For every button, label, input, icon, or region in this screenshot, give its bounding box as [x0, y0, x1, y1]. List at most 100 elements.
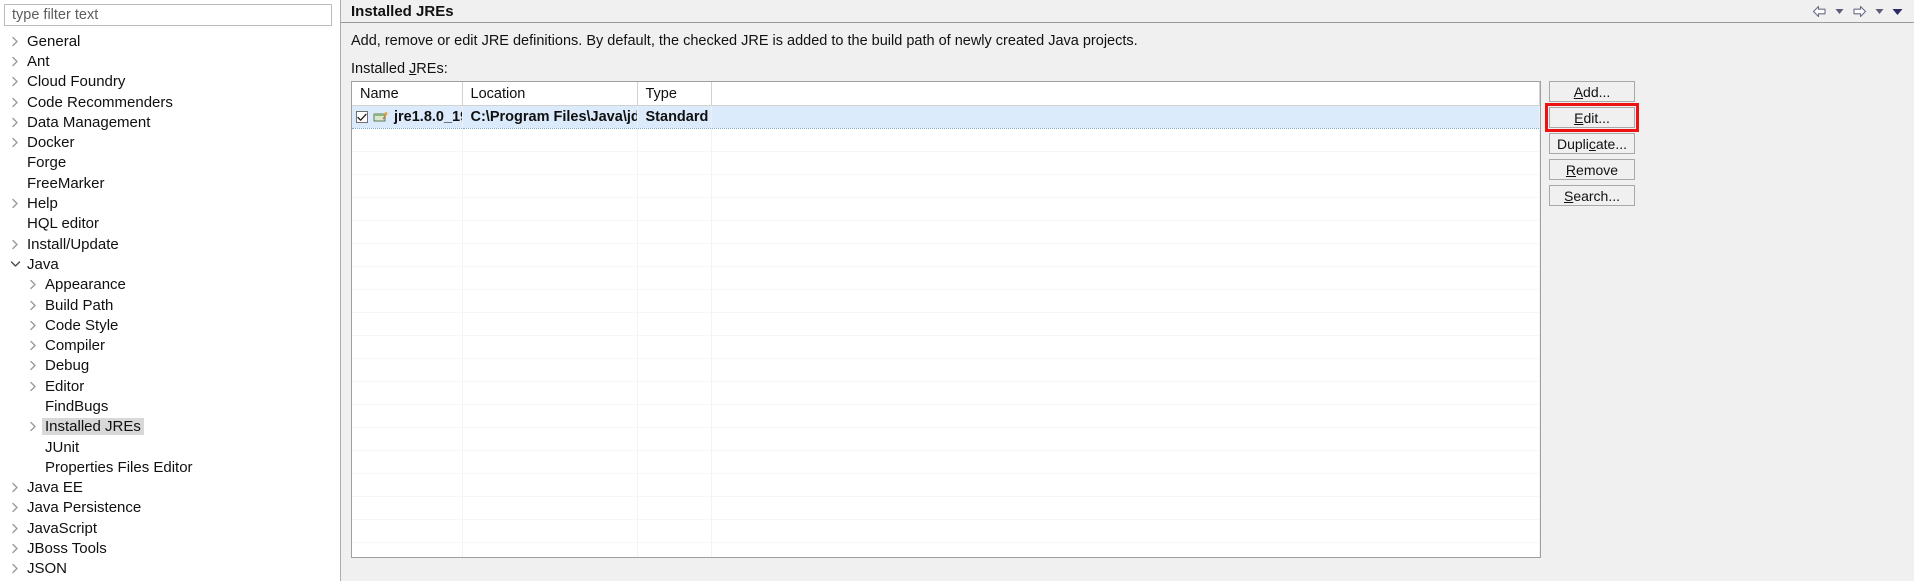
chevron-right-icon[interactable]: [6, 76, 24, 87]
sidebar-item-installed-jres[interactable]: Installed JREs: [0, 417, 340, 437]
sidebar-item-cloud-foundry[interactable]: Cloud Foundry: [0, 72, 340, 92]
duplicate-button[interactable]: Dupli c ate...: [1549, 133, 1635, 154]
cell-location[interactable]: C:\Program Files\Java\jdk1.8.0...: [462, 105, 638, 129]
chevron-right-icon[interactable]: [24, 279, 42, 290]
cell-type[interactable]: Standard V...: [637, 105, 712, 129]
table-row[interactable]: jre1.8.0_191 ...C:\Program Files\Java\jd…: [352, 105, 1540, 129]
chevron-right-icon[interactable]: [6, 56, 24, 67]
cell-empty: [637, 542, 712, 557]
chevron-down-icon[interactable]: [6, 260, 24, 268]
filter-box[interactable]: [4, 4, 332, 26]
sidebar-item-appearance[interactable]: Appearance: [0, 275, 340, 295]
search-button[interactable]: Search...: [1549, 185, 1635, 206]
cell-empty: [352, 220, 463, 244]
cell-empty: [352, 427, 463, 451]
cell-empty: [352, 197, 463, 221]
cell-empty: [711, 358, 1540, 382]
sidebar-item-debug[interactable]: Debug: [0, 356, 340, 376]
section-label-pre: Installed: [351, 61, 410, 77]
jre-checkbox[interactable]: [356, 111, 368, 123]
chevron-right-icon[interactable]: [24, 381, 42, 392]
table-empty-row: [352, 496, 1540, 520]
chevron-right-icon[interactable]: [6, 482, 24, 493]
chevron-right-icon[interactable]: [6, 239, 24, 250]
cell-empty: [637, 427, 712, 451]
sidebar-item-label: HQL editor: [27, 215, 99, 233]
chevron-right-icon[interactable]: [6, 502, 24, 513]
chevron-right-icon[interactable]: [6, 563, 24, 574]
sidebar-item-general[interactable]: General: [0, 31, 340, 51]
add-button[interactable]: Add...: [1549, 81, 1635, 102]
chevron-right-icon[interactable]: [6, 543, 24, 554]
cell-filler: [711, 105, 1540, 129]
chevron-right-icon[interactable]: [6, 117, 24, 128]
sidebar-item-java[interactable]: Java: [0, 254, 340, 274]
chevron-right-icon[interactable]: [6, 137, 24, 148]
remove-button[interactable]: Remove: [1549, 159, 1635, 180]
cell-empty: [711, 519, 1540, 543]
sidebar-item-docker[interactable]: Docker: [0, 132, 340, 152]
sidebar-item-freemarker[interactable]: FreeMarker: [0, 173, 340, 193]
cell-empty: [637, 151, 712, 175]
table-empty-row: [352, 266, 1540, 290]
search-input[interactable]: [10, 6, 326, 24]
column-header-type[interactable]: Type: [637, 82, 712, 106]
back-chevron-down-icon[interactable]: [1833, 3, 1846, 20]
sidebar-item-code-recommenders[interactable]: Code Recommenders: [0, 92, 340, 112]
chevron-right-icon[interactable]: [6, 36, 24, 47]
back-arrow-icon[interactable]: [1811, 3, 1828, 20]
chevron-right-icon[interactable]: [24, 320, 42, 331]
navigation-toolbar[interactable]: [1811, 0, 1904, 23]
sidebar-item-jboss-tools[interactable]: JBoss Tools: [0, 538, 340, 558]
forward-chevron-down-icon[interactable]: [1873, 3, 1886, 20]
cell-empty: [711, 496, 1540, 520]
forward-arrow-icon[interactable]: [1851, 3, 1868, 20]
edit-button[interactable]: Edit...: [1545, 103, 1639, 132]
chevron-right-icon[interactable]: [24, 421, 42, 432]
table-empty-row: [352, 358, 1540, 382]
sidebar-item-help[interactable]: Help: [0, 193, 340, 213]
column-header-location[interactable]: Location: [462, 82, 638, 106]
sidebar-item-install-update[interactable]: Install/Update: [0, 234, 340, 254]
chevron-right-icon[interactable]: [24, 340, 42, 351]
preferences-window: General Ant Cloud Foundry Code Recommenders…: [0, 0, 1914, 581]
sidebar-item-hql-editor[interactable]: HQL editor: [0, 214, 340, 234]
cell-empty: [352, 151, 463, 175]
view-menu-icon[interactable]: [1891, 3, 1904, 20]
sidebar-item-java-ee[interactable]: Java EE: [0, 478, 340, 498]
jre-table-container[interactable]: Name Location Type jre1.8.0_191 ...C:\Pr…: [351, 81, 1541, 558]
chevron-right-icon[interactable]: [6, 97, 24, 108]
cell-empty: [462, 473, 638, 497]
sidebar-item-json[interactable]: JSON: [0, 559, 340, 579]
cell-empty: [637, 197, 712, 221]
preferences-tree[interactable]: General Ant Cloud Foundry Code Recommenders…: [0, 31, 340, 579]
column-header-name[interactable]: Name: [352, 82, 463, 106]
sidebar-item-ant[interactable]: Ant: [0, 51, 340, 71]
cell-empty: [462, 197, 638, 221]
chevron-right-icon[interactable]: [24, 300, 42, 311]
cell-empty: [352, 335, 463, 359]
sidebar-item-editor[interactable]: Editor: [0, 376, 340, 396]
sidebar-item-label: Ant: [27, 52, 50, 70]
table-empty-row: [352, 312, 1540, 336]
sidebar-item-label: Compiler: [45, 337, 106, 355]
button-label-mnemonic: A: [1573, 83, 1584, 100]
jre-table[interactable]: Name Location Type jre1.8.0_191 ...C:\Pr…: [352, 82, 1540, 557]
sidebar-item-junit[interactable]: JUnit: [0, 437, 340, 457]
chevron-right-icon[interactable]: [6, 198, 24, 209]
chevron-right-icon[interactable]: [24, 360, 42, 371]
sidebar-item-label: Java Persistence: [27, 499, 142, 517]
sidebar-item-label: Build Path: [45, 296, 114, 314]
sidebar-item-code-style[interactable]: Code Style: [0, 315, 340, 335]
sidebar-item-forge[interactable]: Forge: [0, 153, 340, 173]
sidebar-item-data-management[interactable]: Data Management: [0, 112, 340, 132]
sidebar-item-findbugs[interactable]: FindBugs: [0, 396, 340, 416]
sidebar-item-properties-files-editor[interactable]: Properties Files Editor: [0, 457, 340, 477]
sidebar-item-java-persistence[interactable]: Java Persistence: [0, 498, 340, 518]
sidebar-item-build-path[interactable]: Build Path: [0, 295, 340, 315]
sidebar-item-javascript[interactable]: JavaScript: [0, 518, 340, 538]
cell-empty: [462, 427, 638, 451]
chevron-right-icon[interactable]: [6, 523, 24, 534]
cell-name[interactable]: jre1.8.0_191 ...: [352, 105, 463, 129]
sidebar-item-compiler[interactable]: Compiler: [0, 335, 340, 355]
